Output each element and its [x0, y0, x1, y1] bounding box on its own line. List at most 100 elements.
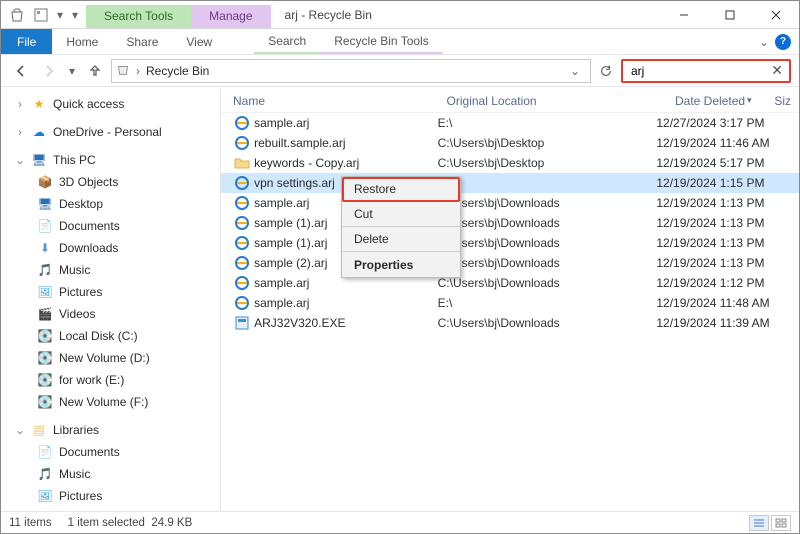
sidebar-item-icon: 💽 [37, 328, 53, 344]
file-row[interactable]: rebuilt.sample.arjC:\Users\bj\Desktop12/… [221, 133, 799, 153]
file-row[interactable]: vpn settings.arjE:\12/19/2024 1:15 PM [221, 173, 799, 193]
context-menu-delete[interactable]: Delete [342, 227, 460, 252]
sidebar-item[interactable]: 📄Documents [1, 215, 220, 237]
navigation-bar: ▾ › Recycle Bin ⌄ ✕ [1, 55, 799, 87]
file-date-deleted: 12/19/2024 1:13 PM [656, 196, 799, 210]
view-tab[interactable]: View [172, 29, 226, 54]
sidebar-item[interactable]: 🎵Music [1, 463, 220, 485]
file-date-deleted: 12/19/2024 1:12 PM [656, 276, 799, 290]
sidebar-item-icon: 🎬 [37, 306, 53, 322]
properties-icon[interactable] [29, 3, 53, 27]
file-rows[interactable]: sample.arjE:\12/27/2024 3:17 PMrebuilt.s… [221, 113, 799, 333]
sidebar-item-icon: 💽 [37, 350, 53, 366]
sidebar-item[interactable]: 🖥Desktop [1, 193, 220, 215]
file-row[interactable]: sample.arjE:\12/19/2024 11:48 AM [221, 293, 799, 313]
sidebar-item[interactable]: 🎵Music [1, 259, 220, 281]
monitor-icon: 🖥 [31, 152, 47, 168]
title-bar: ▾ ▾ Search Tools Manage arj - Recycle Bi… [1, 1, 799, 29]
file-row[interactable]: sample (1).arjC:\Users\bj\Downloads12/19… [221, 213, 799, 233]
search-input[interactable] [629, 63, 749, 79]
onedrive-node[interactable]: ›☁ OneDrive - Personal [1, 121, 220, 143]
search-tools-context-tab[interactable]: Search Tools [86, 5, 191, 28]
file-row[interactable]: sample.arjC:\Users\bj\Downloads12/19/202… [221, 273, 799, 293]
chevron-right-icon[interactable]: › [134, 64, 142, 78]
context-menu-properties[interactable]: Properties [342, 252, 460, 277]
file-original-location: C:\Users\bj\Downloads [438, 256, 657, 270]
column-original-location[interactable]: Original Location [447, 94, 675, 108]
help-icon[interactable]: ? [775, 34, 791, 50]
file-name: keywords - Copy.arj [254, 156, 438, 170]
forward-button[interactable] [37, 59, 61, 83]
sidebar-item[interactable]: 💽New Volume (D:) [1, 347, 220, 369]
sidebar-item-label: Desktop [59, 197, 103, 211]
sidebar-item[interactable]: 📄Documents [1, 441, 220, 463]
file-row[interactable]: ARJ32V320.EXEC:\Users\bj\Downloads12/19/… [221, 313, 799, 333]
file-row[interactable]: sample (1).arjC:\Users\bj\Downloads12/19… [221, 233, 799, 253]
ribbon-tabs: File Home Share View Search Recycle Bin … [1, 29, 799, 55]
refresh-button[interactable] [595, 60, 617, 82]
qat-more-dropdown[interactable]: ▾ [53, 3, 67, 27]
sidebar-item-icon: 🎵 [37, 262, 53, 278]
recent-locations-dropdown[interactable]: ▾ [65, 59, 79, 83]
sidebar-item[interactable]: 🖼Pictures [1, 485, 220, 507]
explorer-window: ▾ ▾ Search Tools Manage arj - Recycle Bi… [0, 0, 800, 534]
breadcrumb-segment[interactable]: Recycle Bin [142, 64, 213, 78]
file-date-deleted: 12/19/2024 1:13 PM [656, 236, 799, 250]
back-button[interactable] [9, 59, 33, 83]
sort-descending-icon: ▾ [747, 95, 752, 106]
close-button[interactable] [753, 1, 799, 29]
this-pc-node[interactable]: ⌄🖥 This PC [1, 149, 220, 171]
sidebar-item[interactable]: 💽New Volume (F:) [1, 391, 220, 413]
recycle-bin-icon[interactable] [5, 3, 29, 27]
sidebar-item-icon: 🎵 [37, 466, 53, 482]
sidebar-item[interactable]: ⬇Downloads [1, 237, 220, 259]
file-row[interactable]: sample.arjC:\Users\bj\Downloads12/19/202… [221, 193, 799, 213]
file-icon [233, 155, 250, 171]
quick-access-toolbar: ▾ ▾ [1, 1, 86, 28]
minimize-button[interactable] [661, 1, 707, 29]
recycle-bin-icon [116, 62, 130, 79]
clear-search-icon[interactable]: ✕ [771, 62, 783, 79]
column-size[interactable]: Siz [774, 94, 799, 108]
file-tab[interactable]: File [1, 29, 52, 54]
contextual-tabs: Search Tools Manage [86, 1, 271, 28]
qat-overflow[interactable]: ▾ [68, 3, 82, 27]
file-original-location: C:\Users\bj\Desktop [438, 156, 657, 170]
sidebar-item[interactable]: 💽Local Disk (C:) [1, 325, 220, 347]
context-menu-cut[interactable]: Cut [342, 202, 460, 227]
maximize-button[interactable] [707, 1, 753, 29]
recycle-bin-tools-tab[interactable]: Recycle Bin Tools [320, 29, 443, 54]
column-headers[interactable]: Name Original Location Date Deleted▾ Siz [221, 89, 799, 113]
quick-access-node[interactable]: ›★ Quick access [1, 93, 220, 115]
label: OneDrive - Personal [53, 125, 162, 139]
search-tab[interactable]: Search [254, 29, 320, 54]
navigation-pane[interactable]: ›★ Quick access ›☁ OneDrive - Personal ⌄… [1, 89, 221, 511]
sidebar-item[interactable]: 📦3D Objects [1, 171, 220, 193]
sidebar-item[interactable]: 🎬Videos [1, 303, 220, 325]
sidebar-item[interactable]: 🖼Pictures [1, 281, 220, 303]
file-original-location: C:\Users\bj\Downloads [438, 276, 657, 290]
home-tab[interactable]: Home [52, 29, 112, 54]
address-dropdown-icon[interactable]: ⌄ [564, 64, 586, 78]
file-date-deleted: 12/19/2024 5:17 PM [656, 156, 799, 170]
details-view-button[interactable] [749, 515, 769, 531]
column-name[interactable]: Name [233, 94, 447, 108]
file-name: ARJ32V320.EXE [254, 316, 438, 330]
window-title: arj - Recycle Bin [271, 1, 661, 28]
libraries-node[interactable]: ⌄▤ Libraries [1, 419, 220, 441]
search-box[interactable]: ✕ [621, 59, 791, 83]
context-menu-restore[interactable]: Restore [342, 177, 460, 202]
file-name: sample.arj [254, 276, 438, 290]
file-row[interactable]: sample (2).arjC:\Users\bj\Downloads12/19… [221, 253, 799, 273]
file-row[interactable]: sample.arjE:\12/27/2024 3:17 PM [221, 113, 799, 133]
up-button[interactable] [83, 59, 107, 83]
manage-context-tab[interactable]: Manage [191, 5, 270, 28]
column-date-deleted[interactable]: Date Deleted▾ [675, 94, 774, 108]
expand-ribbon-icon[interactable]: ⌄ [759, 35, 769, 49]
file-row[interactable]: keywords - Copy.arjC:\Users\bj\Desktop12… [221, 153, 799, 173]
address-bar[interactable]: › Recycle Bin ⌄ [111, 59, 591, 83]
sidebar-item-icon: ⬇ [37, 240, 53, 256]
large-icons-view-button[interactable] [771, 515, 791, 531]
share-tab[interactable]: Share [112, 29, 172, 54]
sidebar-item[interactable]: 💽for work (E:) [1, 369, 220, 391]
